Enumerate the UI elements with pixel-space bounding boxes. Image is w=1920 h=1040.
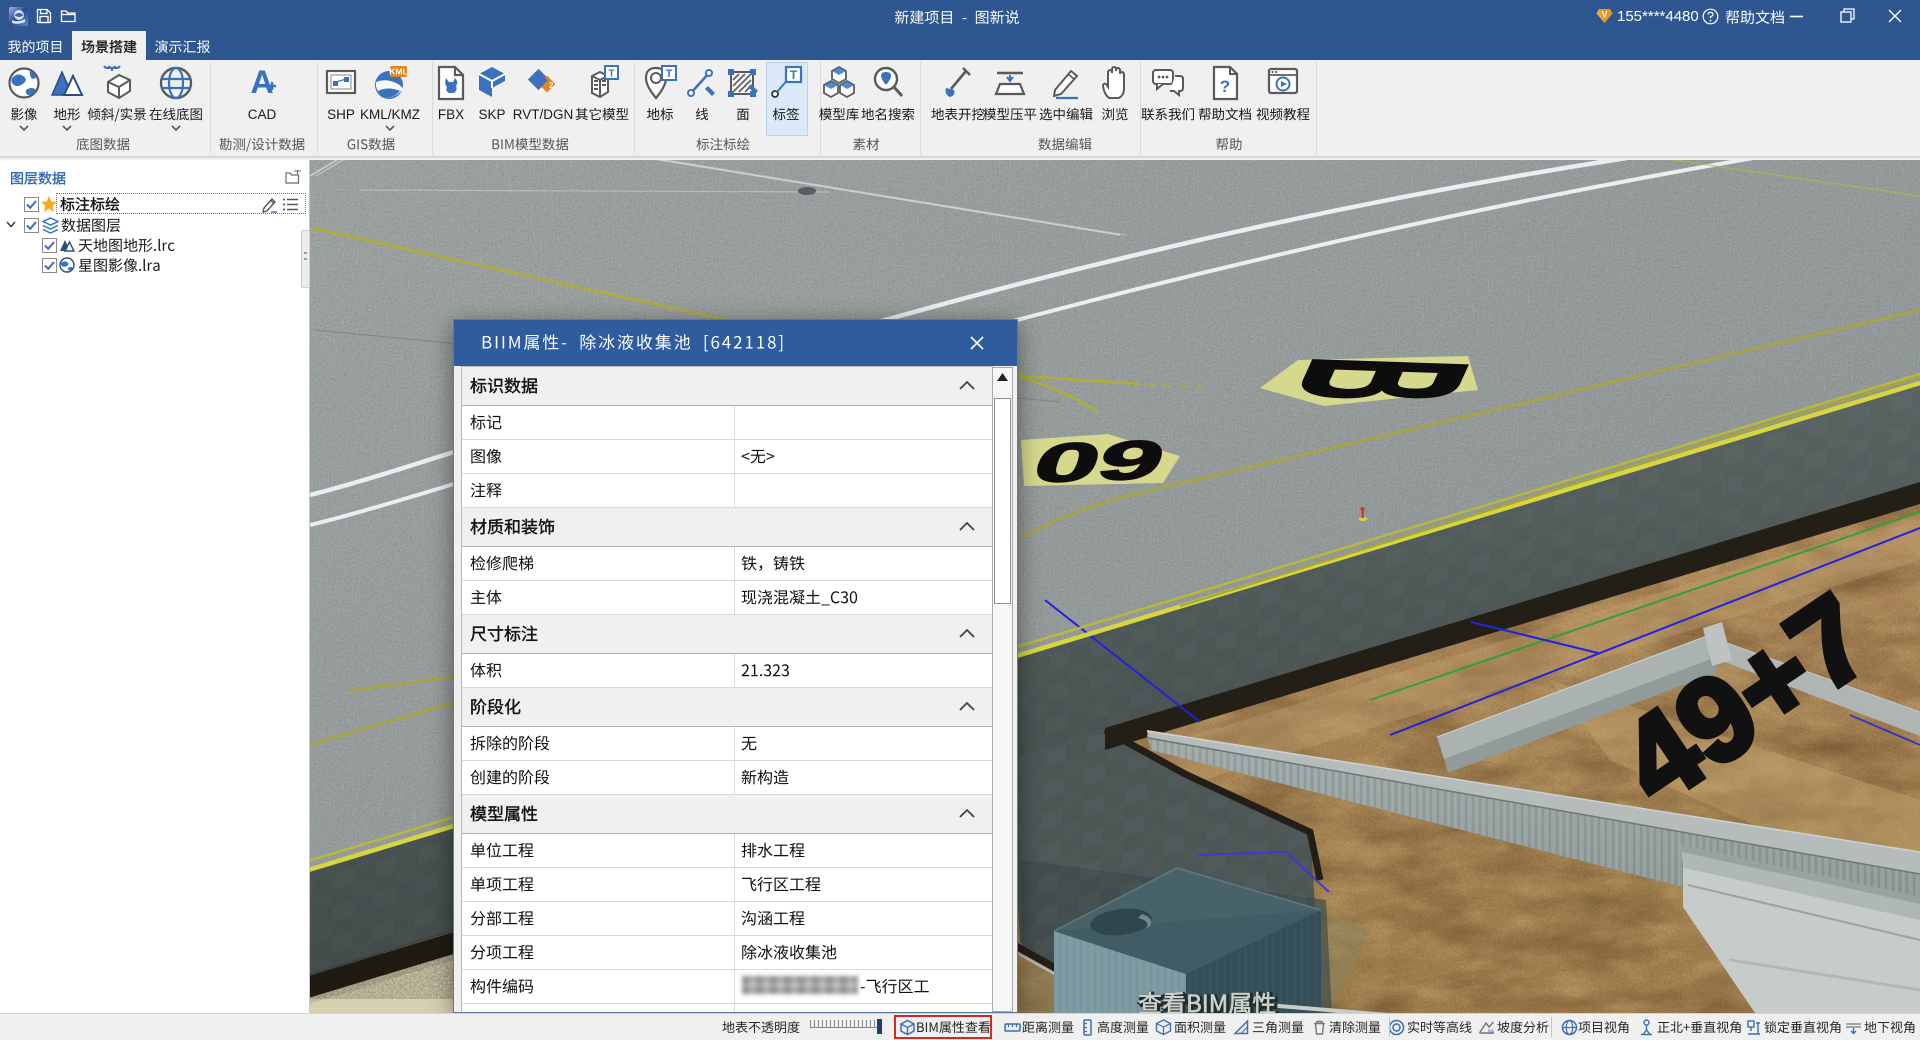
svg-text:2: 2 [549,81,554,90]
svg-text:KML: KML [389,67,407,77]
svg-text:60: 60 [1025,428,1173,493]
svg-text:A: A [250,64,273,100]
svg-text:T: T [666,68,673,80]
svg-text:V: V [1601,10,1607,20]
svg-text:T: T [608,69,614,80]
svg-text:T: T [790,68,798,82]
svg-text:?: ? [1220,77,1230,96]
svg-text:B: B [1248,354,1517,406]
svg-text:%: % [1488,1029,1494,1036]
